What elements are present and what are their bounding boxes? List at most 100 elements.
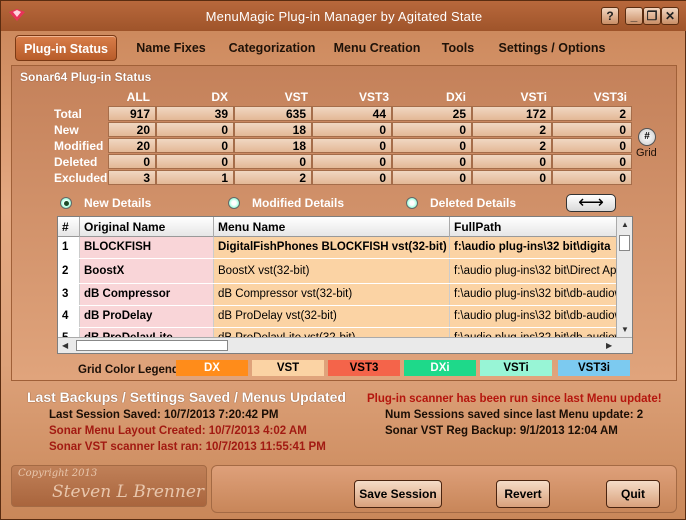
- horizontal-scroll-thumb[interactable]: [76, 340, 228, 351]
- original-name-cell[interactable]: BoostX: [80, 259, 214, 283]
- row-label-excluded: Excluded: [54, 171, 108, 185]
- stat-cell: 0: [312, 170, 392, 185]
- fullpath-cell[interactable]: f:\audio plug-ins\32 bit\digita: [450, 237, 618, 258]
- stat-cell: 0: [472, 170, 552, 185]
- copyright-line1: Copyright 2013: [18, 468, 98, 479]
- stat-cell: 1: [156, 170, 234, 185]
- legend-label: Grid Color Legend:: [78, 364, 183, 376]
- button-area: Save Session Revert Quit: [211, 465, 677, 513]
- modified-details-label[interactable]: Modified Details: [252, 196, 344, 210]
- tab-bar: Plug-in Status Name Fixes Categorization…: [11, 35, 675, 63]
- stat-cell: 44: [312, 106, 392, 121]
- original-name-cell[interactable]: dB Compressor: [80, 284, 214, 305]
- backup-info-header: Last Backups / Settings Saved / Menus Up…: [27, 389, 346, 405]
- col-header-dxi: DXi: [445, 90, 466, 104]
- legend-vst3i: VST3i: [558, 360, 630, 376]
- menu-name-cell[interactable]: BoostX vst(32-bit): [214, 259, 450, 283]
- stat-cell: 0: [552, 122, 632, 137]
- save-session-button[interactable]: Save Session: [354, 480, 442, 508]
- col-header-menu-name[interactable]: Menu Name: [214, 217, 450, 237]
- table-row[interactable]: 1 BLOCKFISH DigitalFishPhones BLOCKFISH …: [58, 237, 618, 258]
- col-header-vsti: VSTi: [520, 90, 547, 104]
- stat-cell: 0: [156, 138, 234, 153]
- scroll-left-icon[interactable]: ◀: [62, 341, 68, 350]
- table-row[interactable]: 2 BoostX BoostX vst(32-bit) f:\audio plu…: [58, 259, 618, 283]
- stat-cell: 0: [392, 170, 472, 185]
- tab-categorization[interactable]: Categorization: [223, 35, 321, 61]
- table-row[interactable]: 3 dB Compressor dB Compressor vst(32-bit…: [58, 284, 618, 305]
- col-header-fullpath[interactable]: FullPath: [450, 217, 618, 237]
- stat-cell: 0: [392, 122, 472, 137]
- stat-cell: 635: [234, 106, 312, 121]
- table-horizontal-scrollbar[interactable]: ◀ ▶: [58, 337, 632, 353]
- quit-button[interactable]: Quit: [606, 480, 660, 508]
- tab-menu-creation[interactable]: Menu Creation: [329, 35, 425, 61]
- legend-dx: DX: [176, 360, 248, 376]
- stat-cell: 18: [234, 122, 312, 137]
- fullpath-cell[interactable]: f:\audio plug-ins\32 bit\Direct Appr: [450, 259, 618, 283]
- row-number: 1: [58, 237, 80, 258]
- col-header-all: ALL: [126, 90, 150, 104]
- stat-cell: 0: [552, 154, 632, 169]
- col-header-vst3i: VST3i: [593, 90, 627, 104]
- col-header-number[interactable]: #: [58, 217, 80, 237]
- tab-tools[interactable]: Tools: [435, 35, 481, 61]
- original-name-cell[interactable]: dB ProDelay: [80, 306, 214, 327]
- help-button[interactable]: ?: [601, 7, 619, 25]
- col-header-vst3: VST3: [358, 90, 389, 104]
- new-details-radio[interactable]: [60, 197, 72, 209]
- menu-name-cell[interactable]: DigitalFishPhones BLOCKFISH vst(32-bit): [214, 237, 450, 258]
- plugin-status-panel: Sonar64 Plug-in Status ALL DX VST VST3 D…: [11, 65, 677, 381]
- vertical-scroll-thumb[interactable]: [619, 235, 630, 251]
- legend-dxi: DXi: [404, 360, 476, 376]
- col-header-original-name[interactable]: Original Name: [80, 217, 214, 237]
- stat-cell: 2: [552, 106, 632, 121]
- new-details-label[interactable]: New Details: [84, 196, 151, 210]
- expand-columns-button[interactable]: ⟷: [566, 193, 616, 212]
- grid-toggle-button[interactable]: #: [638, 128, 656, 146]
- deleted-details-label[interactable]: Deleted Details: [430, 196, 516, 210]
- minimize-button[interactable]: _: [625, 7, 643, 25]
- deleted-details-radio[interactable]: [406, 197, 418, 209]
- stat-cell: 3: [108, 170, 156, 185]
- stat-cell: 172: [472, 106, 552, 121]
- row-number: 4: [58, 306, 80, 327]
- backup-info-section: Last Backups / Settings Saved / Menus Up…: [11, 385, 677, 457]
- stat-cell: 0: [392, 154, 472, 169]
- menu-name-cell[interactable]: dB ProDelay vst(32-bit): [214, 306, 450, 327]
- menu-name-cell[interactable]: dB Compressor vst(32-bit): [214, 284, 450, 305]
- menu-layout-created: Sonar Menu Layout Created: 10/7/2013 4:0…: [49, 425, 307, 437]
- copyright-box: Copyright 2013 Steven L Brenner: [11, 465, 207, 507]
- close-button[interactable]: ✕: [661, 7, 679, 25]
- tab-settings[interactable]: Settings / Options: [493, 35, 611, 61]
- stat-cell: 0: [552, 170, 632, 185]
- title-bar[interactable]: MenuMagic Plug-in Manager by Agitated St…: [1, 1, 686, 31]
- scroll-up-icon[interactable]: ▲: [621, 220, 629, 229]
- col-header-dx: DX: [211, 90, 228, 104]
- scroll-down-icon[interactable]: ▼: [621, 325, 629, 334]
- tab-plugin-status[interactable]: Plug-in Status: [15, 35, 117, 61]
- revert-button[interactable]: Revert: [496, 480, 550, 508]
- row-number: 2: [58, 259, 80, 283]
- main-window: MenuMagic Plug-in Manager by Agitated St…: [0, 0, 686, 520]
- row-label-modified: Modified: [54, 139, 104, 153]
- stat-cell: 0: [312, 138, 392, 153]
- stat-cell: 0: [312, 154, 392, 169]
- table-row[interactable]: 4 dB ProDelay dB ProDelay vst(32-bit) f:…: [58, 306, 618, 327]
- modified-details-radio[interactable]: [228, 197, 240, 209]
- original-name-cell[interactable]: BLOCKFISH: [80, 237, 214, 258]
- stat-cell: 0: [392, 138, 472, 153]
- maximize-button[interactable]: ❐: [643, 7, 661, 25]
- stat-cell: 18: [234, 138, 312, 153]
- scroll-right-icon[interactable]: ▶: [606, 341, 612, 350]
- legend-vst3: VST3: [328, 360, 400, 376]
- fullpath-cell[interactable]: f:\audio plug-ins\32 bit\db-audiowa: [450, 306, 618, 327]
- scanner-last-ran: Sonar VST scanner last ran: 10/7/2013 11…: [49, 441, 326, 453]
- fullpath-cell[interactable]: f:\audio plug-ins\32 bit\db-audiowa: [450, 284, 618, 305]
- table-header: # Original Name Menu Name FullPath: [58, 217, 618, 237]
- stat-cell: 0: [552, 138, 632, 153]
- stat-cell: 20: [108, 138, 156, 153]
- table-vertical-scrollbar[interactable]: ▲ ▼: [616, 217, 632, 339]
- row-label-new: New: [54, 123, 79, 137]
- tab-name-fixes[interactable]: Name Fixes: [129, 35, 213, 61]
